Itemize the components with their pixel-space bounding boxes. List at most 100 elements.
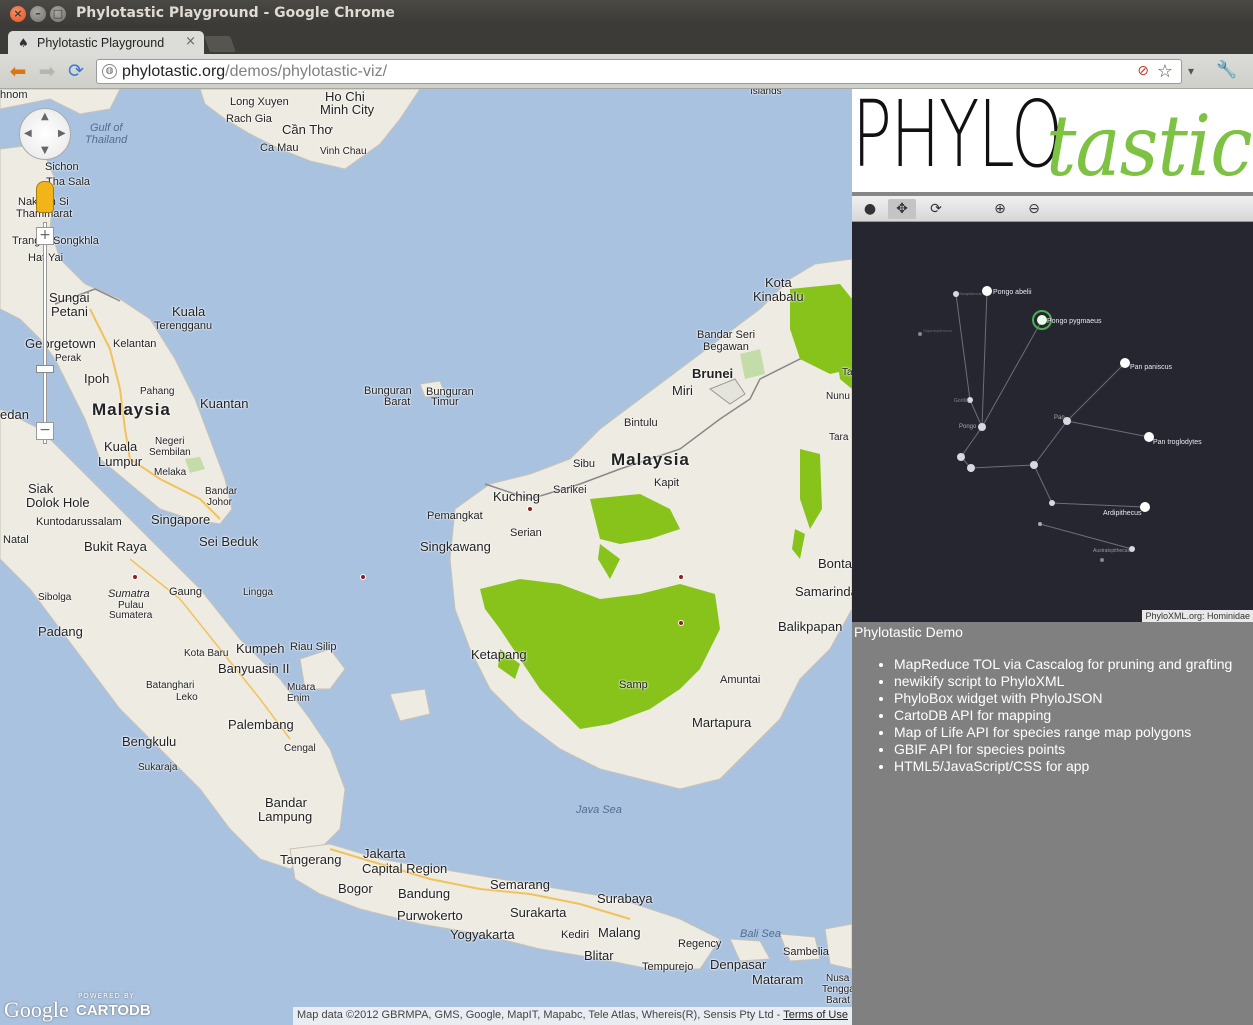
map-label: Bintulu xyxy=(624,417,658,429)
pan-up-icon[interactable]: ▲ xyxy=(41,111,49,122)
tree-node xyxy=(1030,461,1038,469)
pan-left-icon[interactable]: ◀ xyxy=(24,128,32,139)
phylobox-tree[interactable]: Pongo abelii Pongo pygmaeus Pan paniscus… xyxy=(852,222,1253,622)
tree-node xyxy=(918,332,922,336)
new-tab-button[interactable] xyxy=(204,36,236,52)
window-maximize-button[interactable]: □ xyxy=(50,6,66,22)
bookmark-star-icon[interactable]: ☆ xyxy=(1157,61,1173,82)
gbif-point[interactable] xyxy=(360,574,366,580)
phylobox-toolbar: ● ✥ ⟳ ⊕ ⊖ xyxy=(852,196,1253,222)
tree-edge xyxy=(1039,523,1133,550)
map-label: Kelantan xyxy=(113,338,157,350)
map-label: Sei Beduk xyxy=(199,534,259,549)
map-label: Kota xyxy=(765,275,792,290)
cartodb-logo[interactable]: POWERED BY CARTODB xyxy=(76,992,151,1019)
map-label: Sumatra xyxy=(108,588,150,600)
map-label: Bandar Seri xyxy=(697,329,756,341)
zoom-out-tool-icon[interactable]: ⊖ xyxy=(1020,199,1048,219)
map-label: Miri xyxy=(672,383,693,398)
dropdown-icon[interactable]: ▾ xyxy=(1188,64,1194,78)
map-label: Ipoh xyxy=(84,371,110,386)
window-titlebar: × – □ Phylotastic Playground - Google Ch… xyxy=(0,0,1253,28)
map-label: Padang xyxy=(38,624,83,639)
zoom-slider-handle[interactable] xyxy=(36,365,54,373)
map-label: Capital Region xyxy=(362,861,448,876)
zoom-slider-rail[interactable] xyxy=(43,222,47,444)
browser-toolbar: ⬅ ➡ ⟳ ◍ phylotastic.org/demos/phylotasti… xyxy=(0,54,1253,89)
list-item: CartoDB API for mapping xyxy=(894,707,1253,724)
map-label: Sungai xyxy=(49,290,90,305)
wrench-menu-icon[interactable]: 🔧 xyxy=(1212,60,1242,84)
map-view[interactable]: hnom Ho Chi Minh City Long Xuyen Rach Gi… xyxy=(0,89,852,1025)
map-label: Balikpapan xyxy=(778,619,843,634)
phyloxml-credit[interactable]: PhyloXML.org: Hominidae xyxy=(1142,610,1253,622)
demo-title: Phylotastic Demo xyxy=(854,624,963,640)
map-label: Kapit xyxy=(654,477,680,489)
tree-node xyxy=(1038,522,1042,526)
window-close-button[interactable]: × xyxy=(10,6,26,22)
terms-of-use-link[interactable]: Terms of Use xyxy=(783,1009,848,1021)
list-item: HTML5/JavaScript/CSS for app xyxy=(894,758,1253,775)
map-label: Yogyakarta xyxy=(450,927,515,942)
tree-node xyxy=(1120,358,1130,368)
map-label: Singkawang xyxy=(420,539,491,554)
map-label: Jakarta xyxy=(363,846,406,861)
map-label: hnom xyxy=(0,89,28,101)
map-label: Palembang xyxy=(228,717,294,732)
back-button[interactable]: ⬅ xyxy=(7,61,29,83)
move-tool-icon[interactable]: ✥ xyxy=(888,199,916,219)
forward-button[interactable]: ➡ xyxy=(36,61,58,83)
map-label: Kuantan xyxy=(200,396,249,411)
street-view-pegman-icon[interactable] xyxy=(36,181,54,213)
gbif-point[interactable] xyxy=(678,620,684,626)
map-label: Minh City xyxy=(320,102,375,117)
pan-right-icon[interactable]: ▶ xyxy=(58,128,66,139)
list-item: GBIF API for species points xyxy=(894,741,1253,758)
tree-node xyxy=(978,423,986,431)
map-label: Martapura xyxy=(692,715,752,730)
map-label: Blitar xyxy=(584,948,614,963)
map-label: Muara xyxy=(287,682,316,693)
tree-node xyxy=(1049,500,1055,506)
map-label: Lingga xyxy=(243,587,274,598)
map-label: Negeri xyxy=(155,436,185,447)
tree-label: Sivapithecus xyxy=(959,291,982,296)
tree-edge xyxy=(970,464,1035,469)
extension-icon[interactable]: ⊘ xyxy=(1137,63,1149,79)
tree-edge xyxy=(981,319,1043,428)
zoom-in-button[interactable]: + xyxy=(36,227,54,245)
map-label: Bandung xyxy=(398,886,451,901)
reload-button[interactable]: ⟳ xyxy=(65,61,87,83)
tree-edge xyxy=(1066,362,1126,422)
map-label: Siak xyxy=(28,481,54,496)
gbif-point[interactable] xyxy=(132,574,138,580)
window-minimize-button[interactable]: – xyxy=(30,6,46,22)
pan-control[interactable]: ▲ ▼ ◀ ▶ xyxy=(19,108,71,160)
google-logo[interactable]: Google xyxy=(4,997,69,1023)
url-text: phylotastic.org/demos/phylotastic-viz/ xyxy=(122,63,388,80)
map-label: Vinh Chau xyxy=(320,146,367,157)
tree-label: Australopithecus xyxy=(1093,548,1130,554)
tree-edge xyxy=(969,399,983,428)
map-label: Long Xuyen xyxy=(230,96,289,108)
map-label: Perak xyxy=(55,353,82,364)
tab-phylotastic[interactable]: ♠ Phylotastic Playground × xyxy=(8,31,204,55)
map-label: Amuntai xyxy=(720,674,761,686)
tree-node xyxy=(1037,315,1047,325)
map-label: Tempurejo xyxy=(642,961,694,973)
zoom-out-button[interactable]: − xyxy=(36,422,54,440)
refresh-tool-icon[interactable]: ⟳ xyxy=(922,199,950,219)
address-bar[interactable]: ◍ phylotastic.org/demos/phylotastic-viz/… xyxy=(96,59,1182,84)
map-label: Cần Thơ xyxy=(282,122,333,137)
map-label: Thailand xyxy=(85,134,128,146)
select-tool-icon[interactable]: ● xyxy=(856,199,884,219)
gbif-point[interactable] xyxy=(678,574,684,580)
tree-edge xyxy=(955,293,971,401)
map-label: Sibolga xyxy=(38,592,72,603)
zoom-in-tool-icon[interactable]: ⊕ xyxy=(986,199,1014,219)
map-label: Gulf of xyxy=(90,122,123,134)
gbif-point[interactable] xyxy=(527,506,533,512)
pan-down-icon[interactable]: ▼ xyxy=(41,145,49,156)
map-label: Ca Mau xyxy=(260,142,299,154)
tab-close-icon[interactable]: × xyxy=(185,34,196,49)
